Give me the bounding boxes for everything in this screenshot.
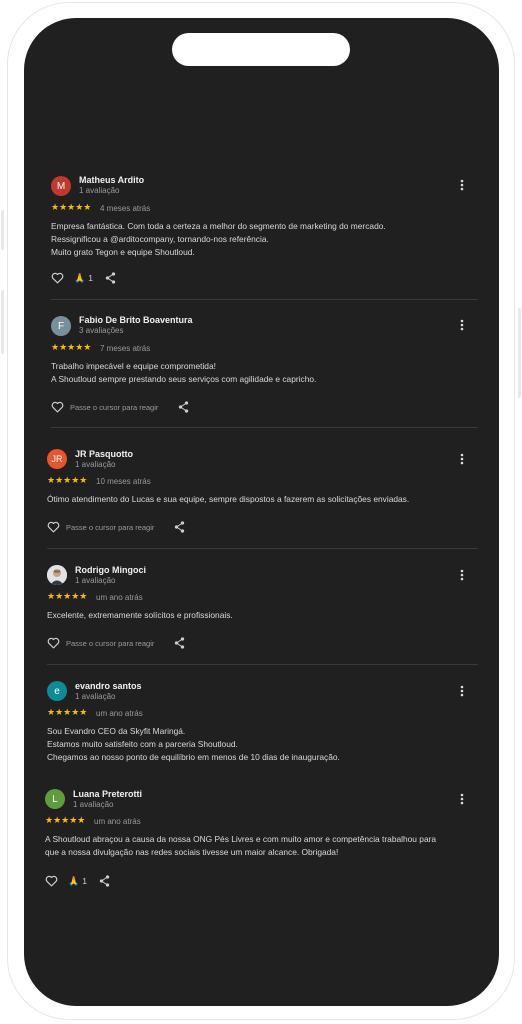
like-icon[interactable] [51, 272, 64, 284]
review-count: 1 avaliação [79, 186, 120, 195]
phone-notch [172, 33, 350, 66]
more-options-icon[interactable] [456, 452, 468, 466]
avatar[interactable]: JR [47, 449, 67, 469]
star-rating: ★★★★★ [45, 815, 86, 825]
review-text: Trabalho impecável e equipe comprometida… [51, 361, 317, 384]
reviewer-name[interactable]: Rodrigo Mingoci [75, 565, 146, 575]
reviewer-name[interactable]: JR Pasquotto [75, 449, 133, 459]
review-count: 1 avaliação [73, 800, 114, 809]
star-rating: ★★★★★ [47, 591, 88, 601]
avatar[interactable] [47, 565, 67, 585]
review-actions: Passe o cursor para reagir [51, 400, 189, 414]
like-icon[interactable] [51, 401, 64, 413]
review-actions: Passe o cursor para reagir [47, 636, 185, 650]
avatar[interactable]: L [45, 789, 65, 809]
review-text: Ótimo atendimento do Lucas e sua equipe,… [47, 494, 410, 504]
reviewer-name[interactable]: Matheus Ardito [79, 175, 144, 185]
more-options-icon[interactable] [456, 684, 468, 698]
share-icon[interactable] [174, 521, 185, 533]
review-count: 1 avaliação [75, 576, 116, 585]
avatar[interactable]: e [47, 681, 67, 701]
review-count: 1 avaliação [75, 692, 116, 701]
reviewer-name[interactable]: Luana Preterotti [73, 789, 142, 799]
phone-side-button [1, 290, 4, 354]
review-divider [51, 427, 478, 428]
star-rating: ★★★★★ [51, 342, 92, 352]
review-date: 7 meses atrás [100, 344, 151, 353]
review-count: 1 avaliação [75, 460, 116, 469]
review-date: um ano atrás [96, 593, 143, 602]
more-options-icon[interactable] [456, 568, 468, 582]
like-icon[interactable] [47, 637, 60, 649]
phone-screen: M Matheus Ardito 1 avaliação ★★★★★ 4 mes… [24, 18, 499, 1006]
more-options-icon[interactable] [456, 792, 468, 806]
star-rating: ★★★★★ [51, 202, 92, 212]
reviewer-name[interactable]: evandro santos [75, 681, 142, 691]
reaction-count: 1 [88, 273, 93, 283]
share-icon[interactable] [174, 637, 185, 649]
more-options-icon[interactable] [456, 318, 468, 332]
more-options-icon[interactable] [456, 178, 468, 192]
avatar[interactable]: F [51, 316, 71, 336]
reaction-count: 1 [82, 876, 87, 886]
avatar[interactable]: M [51, 176, 71, 196]
phone-side-button [1, 210, 4, 250]
review-divider [47, 664, 478, 665]
review-actions: Passe o cursor para reagir [47, 520, 185, 534]
review-date: 4 meses atrás [100, 204, 151, 213]
review-actions: 🙏 1 [51, 271, 116, 285]
share-icon[interactable] [178, 401, 189, 413]
review-text: Excelente, extremamente solícitos e prof… [47, 610, 233, 620]
react-hint: Passe o cursor para reagir [66, 638, 155, 648]
like-icon[interactable] [47, 521, 60, 533]
review-divider [51, 299, 478, 300]
phone-side-button [518, 308, 521, 398]
review-text: Sou Evandro CEO da Skyfit Maringá. Estam… [47, 726, 340, 762]
star-rating: ★★★★★ [47, 707, 88, 717]
review-divider [47, 548, 478, 549]
pray-reaction-icon: 🙏 [74, 272, 86, 283]
react-hint: Passe o cursor para reagir [70, 402, 159, 412]
like-icon[interactable] [45, 875, 58, 887]
review-count: 3 avaliações [79, 326, 124, 335]
review-date: um ano atrás [94, 817, 141, 826]
share-icon[interactable] [99, 875, 110, 887]
reviewer-name[interactable]: Fabio De Brito Boaventura [79, 315, 193, 325]
star-rating: ★★★★★ [47, 475, 88, 485]
review-actions: 🙏 1 [45, 874, 110, 888]
review-text: Empresa fantástica. Com toda a certeza a… [51, 221, 386, 257]
review-date: um ano atrás [96, 709, 143, 718]
react-hint: Passe o cursor para reagir [66, 522, 155, 532]
review-text: A Shoutloud abraçou a causa da nossa ONG… [45, 834, 437, 857]
pray-reaction-icon: 🙏 [68, 875, 80, 886]
review-date: 10 meses atrás [96, 477, 151, 486]
share-icon[interactable] [105, 272, 116, 284]
